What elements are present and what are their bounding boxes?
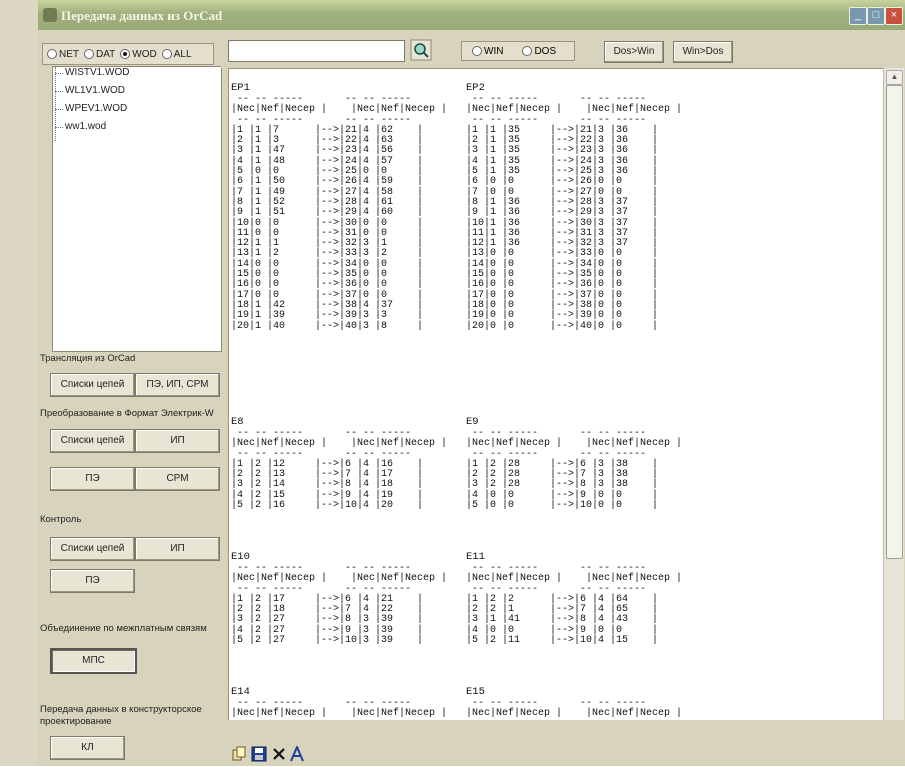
window-title: Передача данных из OrCad bbox=[61, 8, 223, 23]
copy-icon[interactable] bbox=[230, 746, 248, 764]
report-block: -- -- ----- -- -- ----- |Nec|Nef|Necep |… bbox=[466, 94, 683, 332]
encoding-radio-group: WIN DOS bbox=[461, 41, 575, 61]
radio-dot-icon bbox=[47, 49, 57, 59]
block-title: EP2 bbox=[466, 82, 485, 94]
report-block: -- -- ----- -- -- ----- |Nec|Nef|Necep |… bbox=[231, 428, 448, 512]
radio-dat[interactable]: DAT bbox=[84, 49, 115, 60]
close-window-icon[interactable]: × bbox=[885, 7, 903, 25]
translate-pe-button[interactable]: ПЭ, ИП, СРМ bbox=[135, 373, 220, 397]
radio-all[interactable]: ALL bbox=[161, 49, 192, 60]
block-title: E11 bbox=[466, 551, 485, 563]
bottom-toolbar bbox=[228, 744, 905, 766]
section-control-label: Контроль bbox=[40, 514, 82, 525]
desktop-left-margin bbox=[0, 0, 38, 766]
translate-lists-button[interactable]: Списки цепей bbox=[50, 373, 135, 397]
minimize-icon[interactable]: _ bbox=[849, 7, 867, 25]
file-item[interactable]: WL1V1.WOD bbox=[65, 85, 125, 96]
dos-to-win-button[interactable]: Dos>Win bbox=[604, 41, 664, 63]
kl-button[interactable]: КЛ bbox=[50, 736, 125, 760]
radio-net[interactable]: NET bbox=[47, 49, 79, 60]
file-item[interactable]: ww1.wod bbox=[65, 121, 106, 132]
convert-srm-button[interactable]: СРМ bbox=[135, 467, 220, 491]
control-pe-button[interactable]: ПЭ bbox=[50, 569, 135, 593]
radio-dot-icon bbox=[84, 49, 94, 59]
block-title: E9 bbox=[466, 416, 479, 428]
font-icon[interactable] bbox=[288, 744, 306, 764]
block-title: EP1 bbox=[231, 82, 250, 94]
save-icon[interactable] bbox=[250, 746, 268, 764]
tree-branch bbox=[55, 73, 63, 74]
control-ip-button[interactable]: ИП bbox=[135, 537, 220, 561]
report-block: -- -- ----- -- -- ----- |Nec|Nef|Necep |… bbox=[466, 698, 683, 720]
maximize-icon[interactable]: □ bbox=[867, 7, 885, 25]
tree-branch bbox=[55, 127, 63, 128]
report-block: -- -- ----- -- -- ----- |Nec|Nef|Necep |… bbox=[231, 698, 448, 720]
report-block: -- -- ----- -- -- ----- |Nec|Nef|Necep |… bbox=[466, 428, 683, 512]
mps-button[interactable]: МПС bbox=[50, 648, 137, 674]
tree-branch bbox=[55, 109, 63, 110]
scroll-up-icon[interactable]: ▲ bbox=[886, 70, 903, 85]
radio-dot-icon bbox=[522, 46, 533, 56]
file-item[interactable]: WISTV1.WOD bbox=[65, 67, 129, 78]
block-title: E8 bbox=[231, 416, 244, 428]
tree-branch bbox=[55, 91, 63, 92]
section-union-label: Объединение по межплатным связям bbox=[40, 623, 207, 634]
app-icon bbox=[43, 8, 57, 22]
win-to-dos-button[interactable]: Win>Dos bbox=[673, 41, 733, 63]
title-bar: Передача данных из OrCad _ □ × bbox=[38, 0, 905, 30]
scroll-thumb[interactable] bbox=[886, 85, 903, 559]
section-transfer-label: Передача данных в конструкторское проект… bbox=[40, 704, 202, 727]
report-block: -- -- ----- -- -- ----- |Nec|Nef|Necep |… bbox=[231, 563, 448, 647]
block-title: E10 bbox=[231, 551, 250, 563]
radio-dot-icon bbox=[472, 46, 482, 56]
vertical-scrollbar[interactable]: ▲ bbox=[883, 68, 904, 720]
source-format-radio-group: NET DAT WOD ALL bbox=[42, 43, 214, 65]
block-title: E14 bbox=[231, 686, 250, 698]
radio-dot-icon bbox=[161, 49, 172, 59]
radio-dos[interactable]: DOS bbox=[522, 46, 556, 57]
tree-line bbox=[55, 67, 56, 141]
status-bar bbox=[228, 720, 905, 744]
report-block: -- -- ----- -- -- ----- |Nec|Nef|Necep |… bbox=[231, 94, 448, 332]
close-icon[interactable] bbox=[270, 746, 288, 764]
top-toolbar: WIN DOS Dos>Win Win>Dos bbox=[221, 30, 905, 68]
radio-wod[interactable]: WOD bbox=[120, 49, 157, 60]
section-translation-label: Трансляция из OrCad bbox=[40, 353, 136, 364]
app-window: Передача данных из OrCad _ □ × NET DAT W… bbox=[38, 0, 905, 766]
file-item[interactable]: WPEV1.WOD bbox=[65, 103, 127, 114]
convert-ip-button[interactable]: ИП bbox=[135, 429, 220, 453]
section-conversion-label: Преобразование в Формат Электрик-W bbox=[40, 408, 214, 419]
left-panel: NET DAT WOD ALL WISTV1.WOD WL1V1.WOD WPE… bbox=[38, 30, 222, 766]
report-block: -- -- ----- -- -- ----- |Nec|Nef|Necep |… bbox=[466, 563, 683, 647]
convert-pe-button[interactable]: ПЭ bbox=[50, 467, 135, 491]
control-lists-button[interactable]: Списки цепей bbox=[50, 537, 135, 561]
block-title: E15 bbox=[466, 686, 485, 698]
convert-lists-button[interactable]: Списки цепей bbox=[50, 429, 135, 453]
file-list[interactable]: WISTV1.WOD WL1V1.WOD WPEV1.WOD ww1.wod bbox=[52, 66, 222, 352]
radio-win[interactable]: WIN bbox=[472, 46, 503, 57]
search-input[interactable] bbox=[228, 40, 405, 62]
radio-dot-checked-icon bbox=[120, 49, 131, 59]
find-icon[interactable] bbox=[410, 39, 432, 61]
report-text-area[interactable]: EP1 -- -- ----- -- -- ----- |Nec|Nef|Nec… bbox=[228, 68, 885, 722]
